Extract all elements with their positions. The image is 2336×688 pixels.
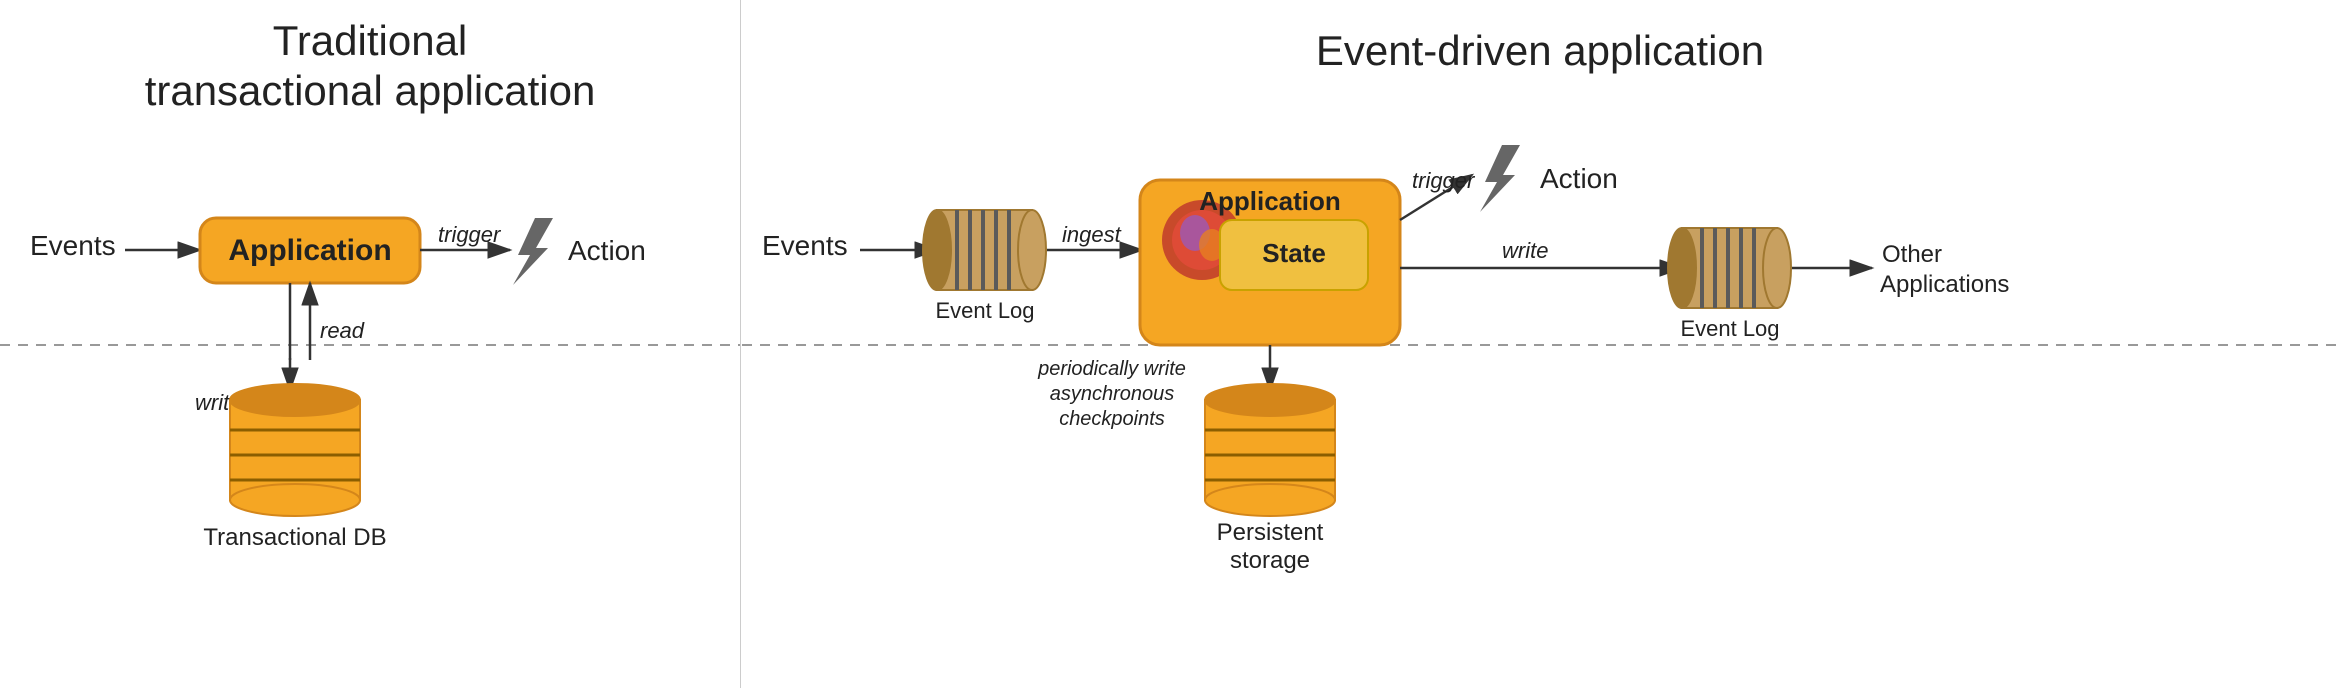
db-top [230, 384, 360, 416]
trigger-label-left: trigger [438, 222, 502, 247]
left-title: Traditional [273, 17, 468, 64]
event-log1-right [1018, 210, 1046, 290]
write-label-right: write [1502, 238, 1548, 263]
storage-label2: storage [1230, 547, 1310, 574]
left-panel: Traditional transactional application Ev… [0, 0, 740, 688]
trigger-label-right: trigger [1412, 168, 1476, 193]
db-label: Transactional DB [203, 524, 386, 551]
ingest-label: ingest [1062, 222, 1122, 247]
event-log2-left [1668, 228, 1696, 308]
left-subtitle: transactional application [145, 67, 596, 114]
db-bottom [230, 484, 360, 516]
right-title: Event-driven application [1316, 27, 1764, 74]
left-diagram: Traditional transactional application Ev… [0, 0, 740, 688]
read-label-left: read [320, 318, 365, 343]
app-label: Application [228, 234, 391, 267]
right-app-label: Application [1199, 186, 1341, 216]
storage-bottom [1205, 484, 1335, 516]
action-label-right: Action [1540, 163, 1618, 194]
other-apps-label: Other [1882, 241, 1942, 268]
event-log1-left [923, 210, 951, 290]
right-panel: Event-driven application Events Event Lo… [742, 0, 2336, 688]
storage-label1: Persistent [1217, 519, 1324, 546]
action-label-left: Action [568, 235, 646, 266]
event-log2-label: Event Log [1680, 316, 1779, 341]
right-events-label: Events [762, 230, 848, 261]
checkpoint-label1: periodically write [1037, 358, 1186, 380]
lightning-left [513, 218, 553, 285]
event-log2-right [1763, 228, 1791, 308]
checkpoint-label3: checkpoints [1059, 408, 1165, 430]
state-label: State [1262, 238, 1326, 268]
right-diagram: Event-driven application Events Event Lo… [742, 0, 2336, 688]
left-events-label: Events [30, 230, 116, 261]
lightning-right [1480, 145, 1520, 212]
event-log1-label: Event Log [935, 298, 1034, 323]
diagram-container: Traditional transactional application Ev… [0, 0, 2336, 688]
storage-top [1205, 384, 1335, 416]
checkpoint-label2: asynchronous [1050, 383, 1175, 405]
other-apps-label2: Applications [1880, 271, 2009, 298]
